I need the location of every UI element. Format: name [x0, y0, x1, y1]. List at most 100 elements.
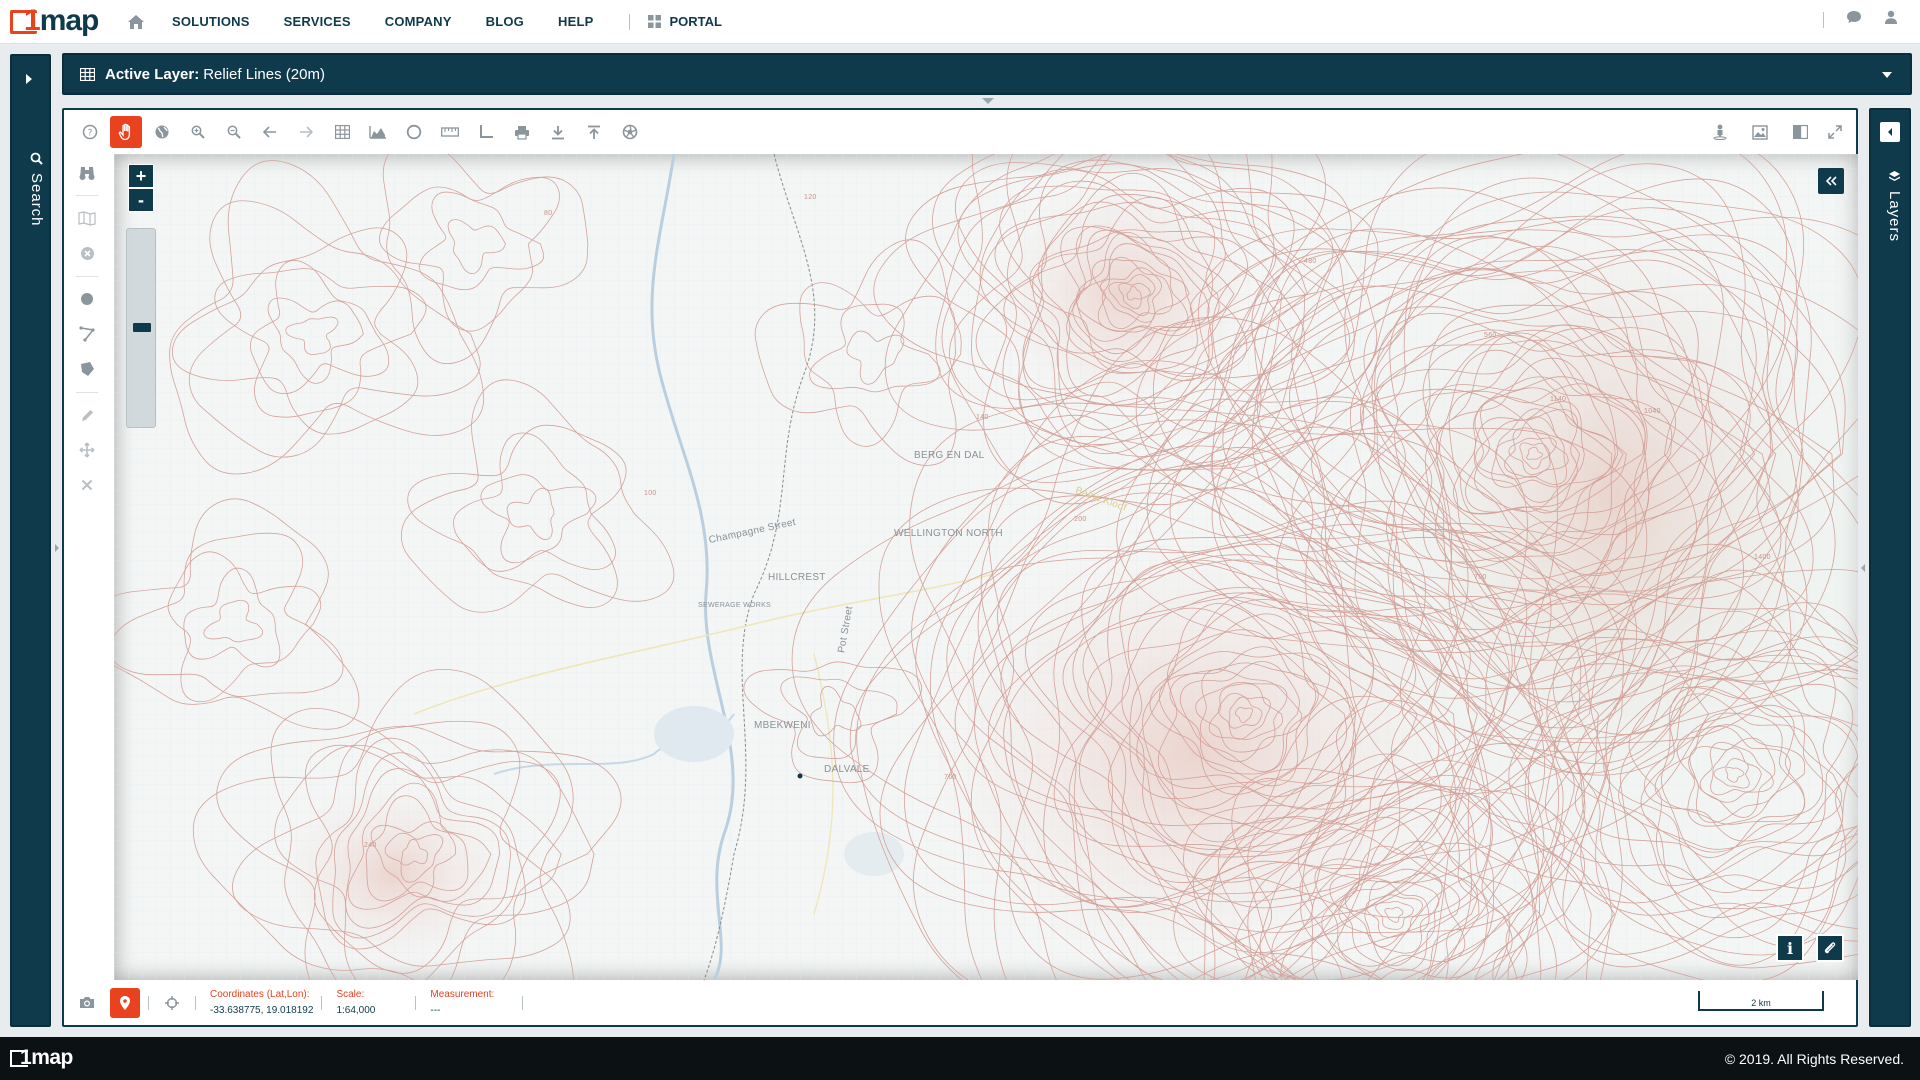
attach-button[interactable]: [1816, 934, 1844, 962]
expand-arrow-icon[interactable]: [26, 74, 32, 84]
active-layer-bar[interactable]: Active Layer: Relief Lines (20m): [62, 53, 1912, 95]
zoom-out-button[interactable]: [218, 116, 250, 148]
zoom-slider[interactable]: [126, 228, 156, 428]
nav-portal[interactable]: PORTAL: [648, 14, 722, 29]
zoom-slider-thumb[interactable]: [133, 323, 151, 332]
image-icon: [1752, 124, 1768, 140]
contour-label: 240: [364, 842, 377, 849]
layers-panel[interactable]: Layers: [1869, 108, 1911, 1027]
location-marker-icon: [797, 773, 803, 779]
collapse-overview-button[interactable]: [1818, 168, 1844, 194]
download-icon: [552, 125, 564, 139]
point-icon: [81, 293, 93, 305]
street-view-button[interactable]: [1704, 116, 1736, 148]
circle-tool-button[interactable]: [398, 116, 430, 148]
attribute-table-button[interactable]: [326, 116, 358, 148]
tool-divider: [76, 195, 98, 196]
footer-logo-mark: 1: [20, 1045, 32, 1069]
download-button[interactable]: [542, 116, 574, 148]
zoom-out-map-button[interactable]: -: [128, 188, 154, 212]
place-label: DALVALE: [824, 764, 870, 775]
draw-polygon-button[interactable]: [73, 355, 101, 383]
search-panel[interactable]: Search: [10, 54, 51, 1027]
paperclip-icon: [1824, 942, 1836, 954]
print-button[interactable]: [506, 116, 538, 148]
draw-point-button[interactable]: [73, 285, 101, 313]
zoom-in-icon: [191, 125, 205, 139]
back-button[interactable]: [254, 116, 286, 148]
globe-button[interactable]: [146, 116, 178, 148]
zoom-control: + -: [126, 164, 156, 428]
camera-icon: [80, 997, 94, 1008]
map-canvas[interactable]: BERG EN DAL WELLINGTON NORTH HILLCREST S…: [114, 154, 1858, 980]
find-button[interactable]: [73, 158, 101, 186]
binoculars-icon: [79, 167, 95, 180]
logo-text: 1map: [24, 4, 99, 38]
screenshot-button[interactable]: [72, 988, 102, 1018]
home-icon[interactable]: [124, 10, 148, 34]
pencil-icon: [81, 409, 93, 421]
move-button[interactable]: [73, 436, 101, 464]
measure-button[interactable]: [434, 116, 466, 148]
forward-button[interactable]: [290, 116, 322, 148]
brand-logo[interactable]: 1map: [8, 4, 100, 40]
person-pin-icon: [1713, 124, 1727, 140]
contour-label: 1400: [1754, 554, 1771, 561]
search-panel-tab[interactable]: Search: [28, 152, 45, 227]
topographic-layer: [114, 154, 1858, 980]
footer-logo-word: map: [31, 1045, 73, 1069]
draw-line-button[interactable]: [73, 320, 101, 348]
upload-icon: [588, 125, 600, 139]
map-icon: [78, 210, 96, 226]
chat-icon[interactable]: [1846, 10, 1862, 29]
nav-services[interactable]: SERVICES: [284, 14, 351, 29]
status-divider: [415, 995, 417, 1010]
coordinates-label: Coordinates (Lat,Lon):: [210, 989, 310, 1000]
nav-blog[interactable]: BLOG: [486, 14, 524, 29]
left-edge-toggle-icon[interactable]: [54, 534, 60, 562]
footer: 1map © 2019. All Rights Reserved.: [0, 1037, 1920, 1080]
toolbar-right-group: [1704, 116, 1850, 148]
elevation-profile-button[interactable]: [362, 116, 394, 148]
split-view-button[interactable]: [1784, 116, 1816, 148]
place-label: HILLCREST: [768, 572, 826, 583]
coordinates-button[interactable]: [470, 116, 502, 148]
scale-value: 1:64,000: [336, 1005, 376, 1016]
print-icon: [515, 125, 529, 140]
topnav-actions: [1823, 10, 1898, 29]
collapse-caret-icon[interactable]: [982, 98, 994, 104]
footer-logo[interactable]: 1map: [10, 1046, 90, 1072]
measurement-label: Measurement:: [430, 989, 495, 1000]
edit-button[interactable]: [73, 401, 101, 429]
image-export-button[interactable]: [1744, 116, 1776, 148]
right-edge-toggle-icon[interactable]: [1860, 554, 1866, 582]
topnav-divider: [1823, 11, 1824, 28]
chevron-down-icon[interactable]: [1882, 72, 1892, 78]
fullscreen-button[interactable]: [1824, 116, 1846, 148]
zoom-in-map-button[interactable]: +: [128, 164, 154, 188]
collapse-layers-button[interactable]: [1880, 122, 1900, 142]
app-root: 1map SOLUTIONS SERVICES COMPANY BLOG HEL…: [0, 0, 1920, 1080]
upload-button[interactable]: [578, 116, 610, 148]
pan-button[interactable]: [110, 116, 142, 148]
user-icon[interactable]: [1884, 10, 1898, 29]
info-button[interactable]: i: [1776, 934, 1804, 962]
map-tool-button[interactable]: [73, 204, 101, 232]
nav-solutions[interactable]: SOLUTIONS: [172, 14, 250, 29]
nav-company[interactable]: COMPANY: [385, 14, 452, 29]
move-icon: [79, 442, 95, 458]
coordinates-readout: Coordinates (Lat,Lon): -33.638775, 19.01…: [210, 989, 313, 1016]
help-button[interactable]: ?: [74, 116, 106, 148]
delete-button[interactable]: [73, 471, 101, 499]
nav-help[interactable]: HELP: [558, 14, 593, 29]
arrow-left-icon: [263, 126, 276, 138]
location-button[interactable]: [110, 987, 140, 1018]
zoom-in-button[interactable]: [182, 116, 214, 148]
settings-button[interactable]: [614, 116, 646, 148]
layers-icon: [1889, 171, 1900, 181]
clear-selection-button[interactable]: [73, 239, 101, 267]
crosshair-button[interactable]: [157, 988, 187, 1018]
measurement-value: ---: [430, 1005, 441, 1016]
layers-panel-tab[interactable]: Layers: [1886, 170, 1903, 242]
contour-label: 560: [1484, 332, 1497, 339]
